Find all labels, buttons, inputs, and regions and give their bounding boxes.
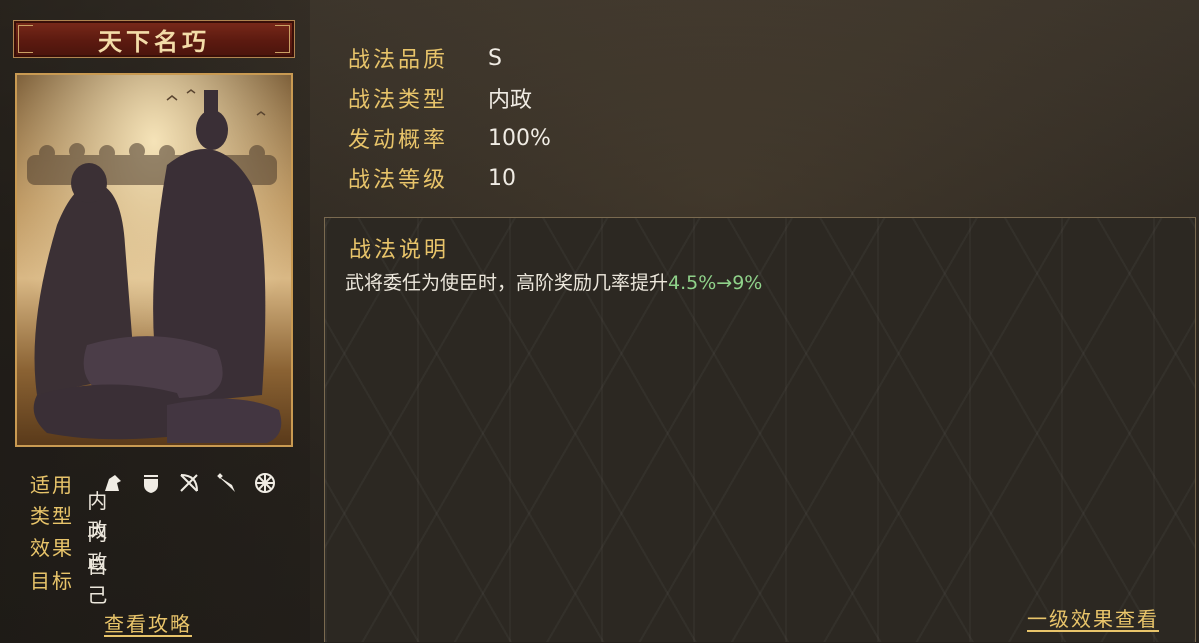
shield-icon [138, 470, 164, 496]
description-highlight: 4.5%→9% [668, 272, 763, 294]
wheel-icon [252, 470, 278, 496]
info-rate-value: 100% [488, 125, 551, 151]
level-one-effect-link[interactable]: 一级效果查看 [1027, 603, 1159, 632]
info-category-row: 战法类型 内政 [348, 78, 532, 118]
info-level-value: 10 [488, 165, 516, 191]
view-guide-link[interactable]: 查看攻略 [104, 608, 192, 637]
info-category-label: 战法类型 [348, 88, 449, 113]
skill-sidebar: 天下名巧 适用 类型 内政 效果 内政 目标 自己 查看攻略 [0, 0, 310, 643]
info-quality-value: S [488, 45, 502, 71]
spear-icon [214, 470, 240, 496]
meta-effect-label: 效果 [30, 535, 74, 560]
meta-type-label: 类型 [30, 503, 74, 528]
description-text: 武将委任为使臣时，高阶奖励几率提升4.5%→9% [345, 268, 762, 295]
skill-title-banner: 天下名巧 [13, 20, 295, 58]
info-quality-row: 战法品质 S [348, 38, 502, 78]
illustration-icon [17, 75, 291, 445]
info-category-value: 内政 [488, 88, 533, 113]
description-body: 武将委任为使臣时，高阶奖励几率提升 [345, 272, 669, 294]
skill-name: 天下名巧 [98, 26, 210, 56]
description-title: 战法说明 [349, 238, 450, 263]
skill-card-illustration [15, 73, 293, 447]
bow-icon [176, 470, 202, 496]
info-rate-label: 发动概率 [348, 128, 449, 153]
meta-target-label: 目标 [30, 568, 74, 593]
description-panel: 战法说明 武将委任为使臣时，高阶奖励几率提升4.5%→9% 一级效果查看 [324, 217, 1196, 642]
meta-target-value: 自己 [87, 554, 108, 607]
meta-applicable-row: 适用 [30, 468, 278, 498]
info-level-row: 战法等级 10 [348, 158, 516, 198]
info-rate-row: 发动概率 100% [348, 118, 551, 158]
meta-target-row: 目标 自己 [30, 554, 120, 607]
info-level-label: 战法等级 [348, 168, 449, 193]
info-quality-label: 战法品质 [348, 48, 449, 73]
applicable-troop-icons [100, 470, 278, 496]
